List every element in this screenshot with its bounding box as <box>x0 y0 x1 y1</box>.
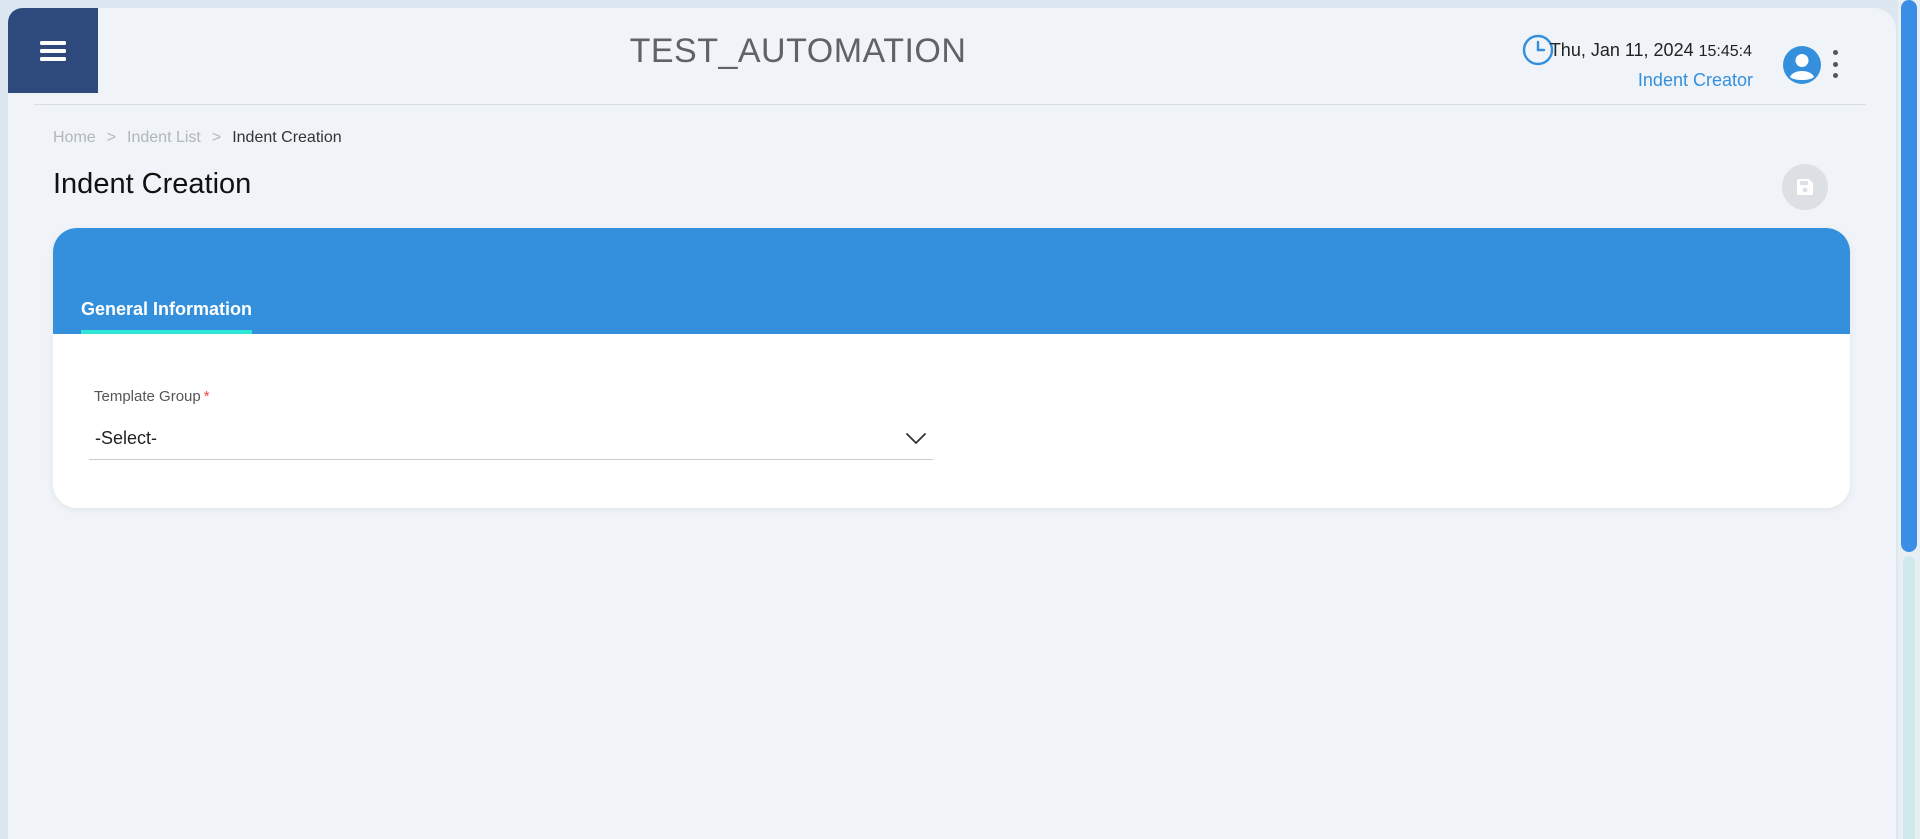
breadcrumb: Home > Indent List > Indent Creation <box>53 129 342 147</box>
vertical-scrollbar[interactable] <box>1898 0 1920 839</box>
chevron-down-icon <box>906 432 926 444</box>
breadcrumb-home[interactable]: Home <box>53 129 96 147</box>
app-title: TEST_AUTOMATION <box>629 32 967 70</box>
user-avatar-icon[interactable] <box>1783 46 1821 84</box>
current-time: 15:45:4 <box>1698 43 1752 60</box>
more-vert-icon[interactable] <box>1830 50 1840 78</box>
template-group-select[interactable]: -Select- <box>89 418 933 460</box>
header-divider <box>34 104 1866 105</box>
scrollbar-track-highlight <box>1903 556 1915 839</box>
template-group-label-text: Template Group <box>94 388 201 405</box>
required-marker: * <box>203 388 210 405</box>
user-role: Indent Creator <box>1637 70 1753 90</box>
breadcrumb-separator: > <box>106 129 117 146</box>
tab-general-information[interactable]: General Information <box>81 299 253 334</box>
save-icon <box>1797 179 1813 195</box>
template-group-label: Template Group * <box>94 388 210 405</box>
card-header: General Information <box>53 228 1850 334</box>
save-button[interactable] <box>1782 164 1828 210</box>
indent-form-card: General Information Template Group * -Sel… <box>53 228 1850 508</box>
scrollbar-thumb[interactable] <box>1901 0 1917 552</box>
current-datetime: Thu, Jan 11, 2024 15:45:4 <box>1550 40 1752 61</box>
breadcrumb-separator: > <box>211 129 222 146</box>
page-title: Indent Creation <box>53 168 252 200</box>
breadcrumb-indent-list[interactable]: Indent List <box>127 129 201 147</box>
template-group-value: -Select- <box>95 428 158 448</box>
app-frame: TEST_AUTOMATION Thu, Jan 11, 2024 15:45:… <box>8 8 1896 839</box>
current-date: Thu, Jan 11, 2024 <box>1549 40 1694 60</box>
breadcrumb-current: Indent Creation <box>232 129 342 146</box>
